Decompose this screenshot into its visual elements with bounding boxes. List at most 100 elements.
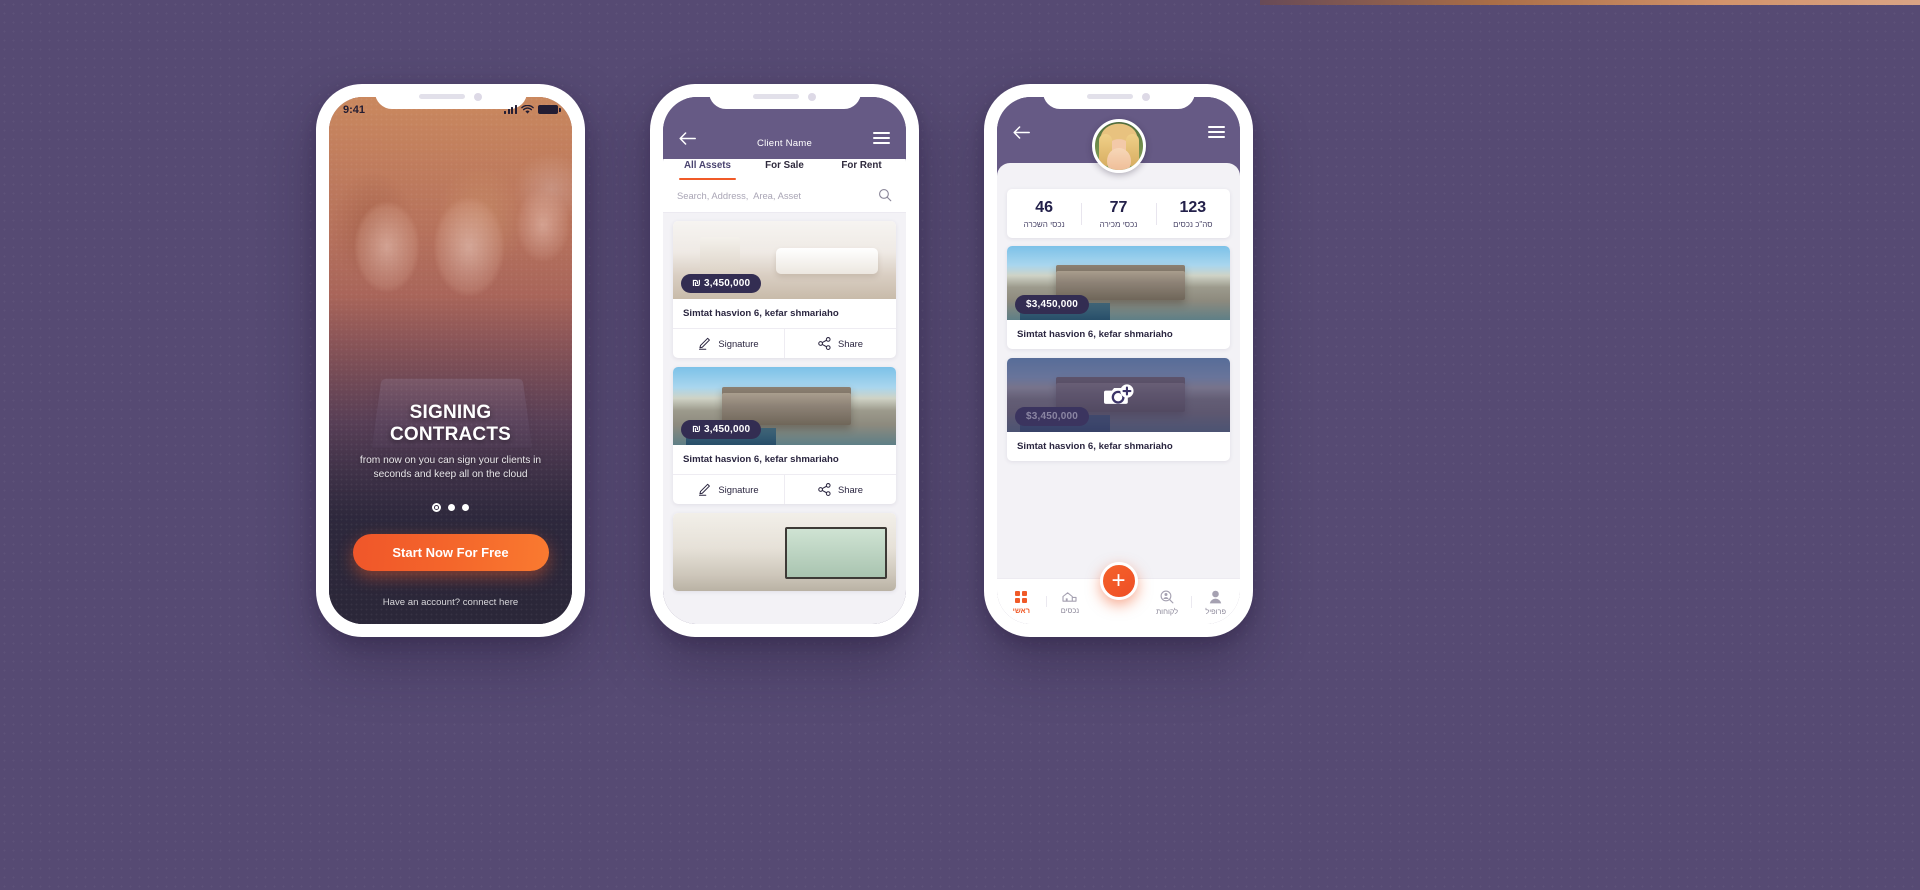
- back-arrow-icon[interactable]: [676, 127, 698, 149]
- onboarding-subtitle: from now on you can sign your clients in…: [359, 455, 542, 480]
- nav-item-assets[interactable]: נכסים: [1045, 588, 1095, 615]
- add-asset-fab[interactable]: +: [1099, 562, 1138, 600]
- mockup-stage: 9:41 SIGNING CONTRACTS from now on you c…: [0, 0, 1920, 890]
- phone3-body: 46 נכסי השכרה 77 נכסי מכירה 123 סה"כ נכס…: [997, 163, 1240, 624]
- asset-photo: ₪ 3,450,000: [673, 221, 896, 299]
- stat-value: 77: [1109, 199, 1128, 216]
- asset-photo: $3,450,000: [1007, 245, 1230, 320]
- search-icon[interactable]: [878, 188, 892, 202]
- price-badge: ₪ 3,450,000: [681, 274, 762, 293]
- login-link[interactable]: Have an account? connect here: [347, 597, 554, 608]
- asset-address: Simtat hasvion 6, kefar shmariaho: [683, 454, 839, 465]
- nav-item-clients[interactable]: לקוחות: [1143, 588, 1192, 616]
- share-button[interactable]: Share: [784, 475, 896, 504]
- stat-rental-assets[interactable]: 46 נכסי השכרה: [1007, 199, 1081, 229]
- stat-label: נכסי מכירה: [1099, 219, 1138, 229]
- search-bar: [663, 180, 906, 213]
- asset-card[interactable]: ₪ 3,450,000 Simtat hasvion 6, kefar shma…: [673, 367, 896, 504]
- onboarding-title: SIGNING CONTRACTS: [389, 402, 512, 446]
- house-icon: [1062, 592, 1077, 602]
- device-notch: [1042, 84, 1195, 109]
- phone-onboarding: 9:41 SIGNING CONTRACTS from now on you c…: [316, 84, 585, 637]
- back-arrow-icon[interactable]: [1010, 121, 1032, 143]
- start-now-button[interactable]: Start Now For Free: [352, 534, 549, 571]
- pager-dot-2[interactable]: [448, 504, 455, 511]
- share-icon: [818, 337, 831, 350]
- asset-card[interactable]: $3,450,000 Simtat hasvion 6, kefar shmar…: [1007, 357, 1230, 461]
- stat-value: 123: [1179, 199, 1207, 216]
- onboarding-view: 9:41 SIGNING CONTRACTS from now on you c…: [329, 97, 572, 624]
- asset-card[interactable]: ₪ 3,450,000 Simtat hasvion 6, kefar shma…: [673, 221, 896, 358]
- dashboard-card-list: $3,450,000 Simtat hasvion 6, kefar shmar…: [997, 238, 1240, 461]
- share-button[interactable]: Share: [784, 329, 896, 358]
- notch-speaker: [753, 94, 799, 99]
- phone2-title: Client Name: [757, 138, 812, 149]
- pen-signature-icon: [699, 337, 711, 350]
- asset-address: Simtat hasvion 6, kefar shmariaho: [1017, 440, 1173, 452]
- battery-icon: [538, 104, 561, 115]
- onboarding-pager[interactable]: [347, 503, 554, 512]
- notch-speaker: [1087, 94, 1133, 99]
- notch-camera: [1142, 92, 1150, 101]
- share-label: Share: [837, 484, 864, 495]
- asset-card-list: ₪ 3,450,000 Simtat hasvion 6, kefar shma…: [663, 213, 906, 620]
- nav-label: נכסים: [1060, 606, 1080, 615]
- client-search-icon: [1160, 590, 1174, 603]
- stats-row: 46 נכסי השכרה 77 נכסי מכירה 123 סה"כ נכס…: [1007, 189, 1230, 238]
- signal-bars-icon: [504, 105, 517, 114]
- asset-actions: Signature Share: [673, 474, 896, 504]
- status-bar: 9:41: [329, 97, 572, 122]
- asset-photo: $3,450,000: [1007, 357, 1230, 432]
- avatar-face: [1106, 147, 1131, 170]
- hamburger-menu-icon[interactable]: [871, 127, 893, 149]
- asset-photo: ₪ 3,450,000: [673, 367, 896, 445]
- stat-label: סה"כ נכסים: [1173, 219, 1213, 229]
- pager-dot-1[interactable]: [432, 503, 441, 512]
- status-time: 9:41: [343, 103, 366, 116]
- device-notch: [708, 84, 861, 109]
- phone2-screen: Client Name All Assets For Sale For Rent: [663, 97, 906, 624]
- signature-button[interactable]: Signature: [673, 329, 784, 358]
- nav-item-home[interactable]: ראשי: [997, 589, 1046, 615]
- signature-button[interactable]: Signature: [673, 475, 784, 504]
- hamburger-menu-icon[interactable]: [1205, 121, 1227, 143]
- signature-label: Signature: [718, 484, 759, 495]
- price-badge: ₪ 3,450,000: [681, 420, 762, 439]
- nav-label: לקוחות: [1156, 606, 1179, 616]
- phone1-screen: 9:41 SIGNING CONTRACTS from now on you c…: [329, 97, 572, 624]
- stat-value: 46: [1035, 199, 1054, 216]
- pen-signature-icon: [699, 483, 711, 496]
- asset-photo: [673, 513, 896, 591]
- pager-dot-3[interactable]: [462, 504, 469, 511]
- asset-actions: Signature Share: [673, 328, 896, 358]
- nav-item-profile[interactable]: פרופיל: [1191, 588, 1240, 616]
- price-badge: $3,450,000: [1015, 294, 1090, 314]
- camera-plus-icon[interactable]: [1103, 383, 1134, 407]
- nav-label: פרופיל: [1205, 606, 1227, 616]
- avatar[interactable]: [1091, 119, 1146, 173]
- stat-label: נכסי השכרה: [1023, 219, 1065, 229]
- share-icon: [818, 483, 831, 496]
- phone-asset-list: Client Name All Assets For Sale For Rent: [650, 84, 919, 637]
- phone-dashboard: 46 נכסי השכרה 77 נכסי מכירה 123 סה"כ נכס…: [984, 84, 1253, 637]
- onboarding-content: SIGNING CONTRACTS from now on you can si…: [329, 402, 572, 624]
- nav-label: ראשי: [1012, 605, 1030, 615]
- asset-card[interactable]: $3,450,000 Simtat hasvion 6, kefar shmar…: [1007, 245, 1230, 349]
- notch-camera: [808, 92, 816, 101]
- photo-modern-interior: [673, 513, 896, 591]
- phone3-screen: 46 נכסי השכרה 77 נכסי מכירה 123 סה"כ נכס…: [997, 97, 1240, 624]
- asset-address: Simtat hasvion 6, kefar shmariaho: [683, 308, 839, 319]
- asset-card[interactable]: [673, 513, 896, 591]
- status-indicators: [504, 104, 561, 115]
- stat-total-assets[interactable]: 123 סה"כ נכסים: [1155, 199, 1230, 229]
- phone2-body: All Assets For Sale For Rent Search, Add…: [663, 149, 906, 624]
- profile-person-icon: [1209, 590, 1222, 603]
- signature-label: Signature: [718, 338, 759, 349]
- price-badge: $3,450,000: [1015, 406, 1090, 426]
- wifi-icon: [521, 104, 534, 114]
- grid-home-icon: [1015, 590, 1028, 603]
- search-input[interactable]: [677, 189, 878, 201]
- stat-sale-assets[interactable]: 77 נכסי מכירה: [1081, 199, 1155, 229]
- asset-address: Simtat hasvion 6, kefar shmariaho: [1017, 328, 1173, 340]
- share-label: Share: [837, 338, 864, 349]
